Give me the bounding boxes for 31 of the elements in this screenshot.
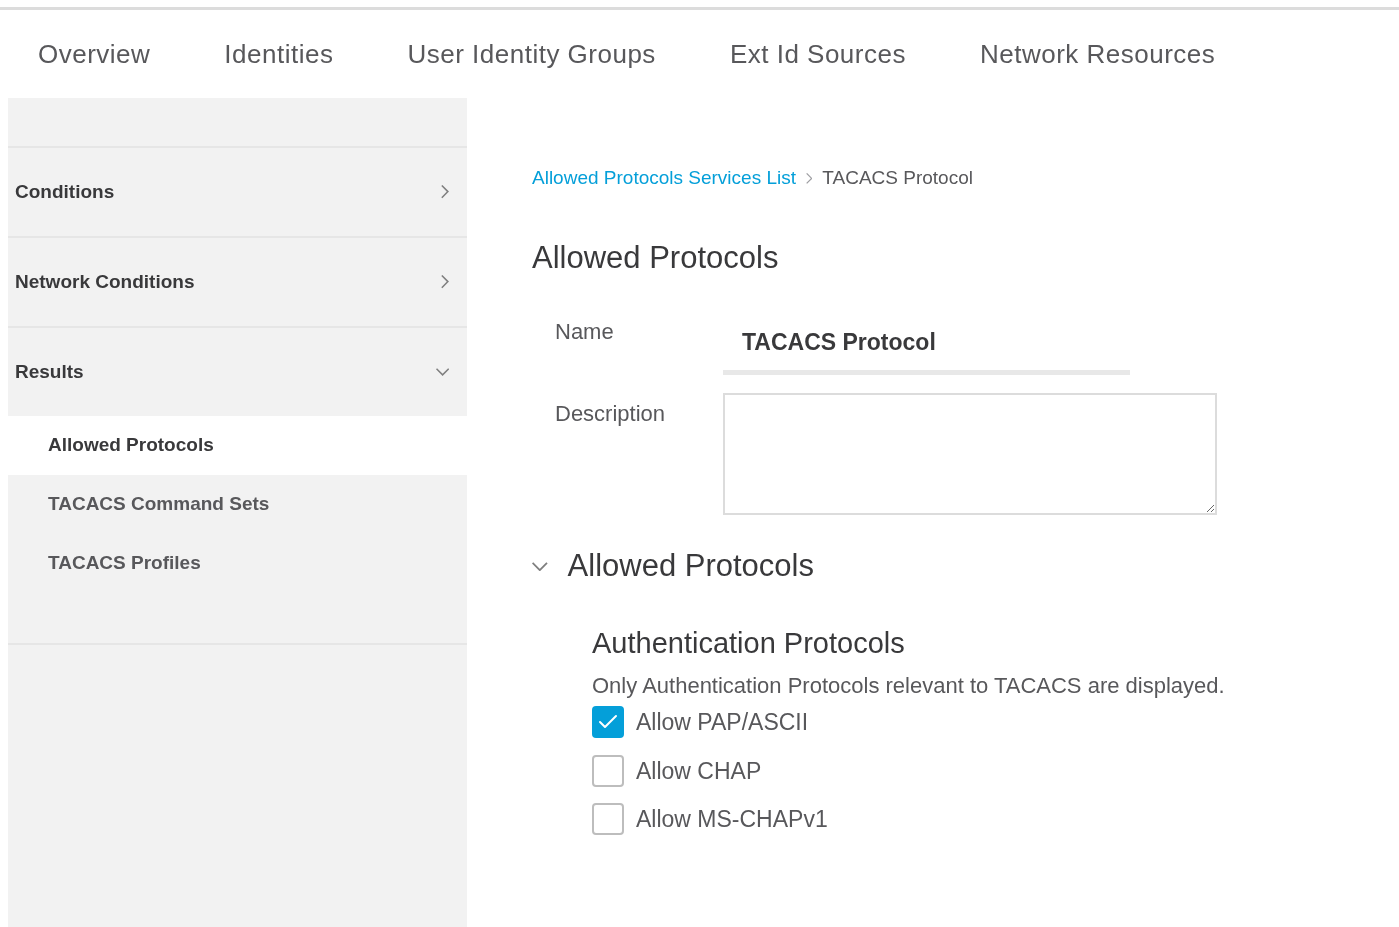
section-toggle[interactable]: Allowed Protocols xyxy=(532,543,814,590)
checkbox[interactable] xyxy=(592,803,624,836)
name-field[interactable]: TACACS Protocol xyxy=(723,315,1130,375)
breadcrumb-current: TACACS Protocol xyxy=(822,166,973,190)
sidebar-item[interactable]: TACACS Command Sets xyxy=(8,475,467,534)
sidebar-section[interactable]: Network Conditions xyxy=(8,238,467,326)
nav-tab[interactable]: Ext Id Sources xyxy=(729,34,906,74)
checkbox-label: Allow PAP/ASCII xyxy=(636,708,809,737)
page-title: Allowed Protocols xyxy=(532,238,779,277)
description-field[interactable] xyxy=(723,393,1217,515)
nav-tab[interactable]: Identities xyxy=(224,34,334,74)
checkbox-label: Allow CHAP xyxy=(636,756,762,786)
sidebar-item[interactable]: TACACS Profiles xyxy=(8,534,467,593)
chevron-down-icon xyxy=(532,561,548,571)
chevron-right-icon xyxy=(441,185,449,199)
checkbox[interactable] xyxy=(592,706,624,739)
section-note: Only Authentication Protocols relevant to TACACS are displayed. xyxy=(592,672,1226,700)
nav-tab[interactable]: Overview xyxy=(38,34,151,74)
sidebar-section[interactable]: Results xyxy=(8,328,467,416)
sidebar-item[interactable]: Allowed Protocols xyxy=(8,416,467,475)
chevron-right-icon xyxy=(806,172,813,184)
sidebar-section[interactable]: Conditions xyxy=(8,148,467,236)
chevron-right-icon xyxy=(441,275,449,289)
section-heading: Authentication Protocols xyxy=(592,625,905,661)
chevron-down-icon xyxy=(435,368,449,376)
field-label: Name xyxy=(555,318,615,346)
nav-tab[interactable]: User Identity Groups xyxy=(407,34,656,74)
field-label: Description xyxy=(555,400,667,428)
checkbox[interactable] xyxy=(592,754,624,787)
checkbox-label: Allow MS-CHAPv1 xyxy=(636,805,828,834)
nav-tab[interactable]: Network Resources xyxy=(979,34,1216,74)
